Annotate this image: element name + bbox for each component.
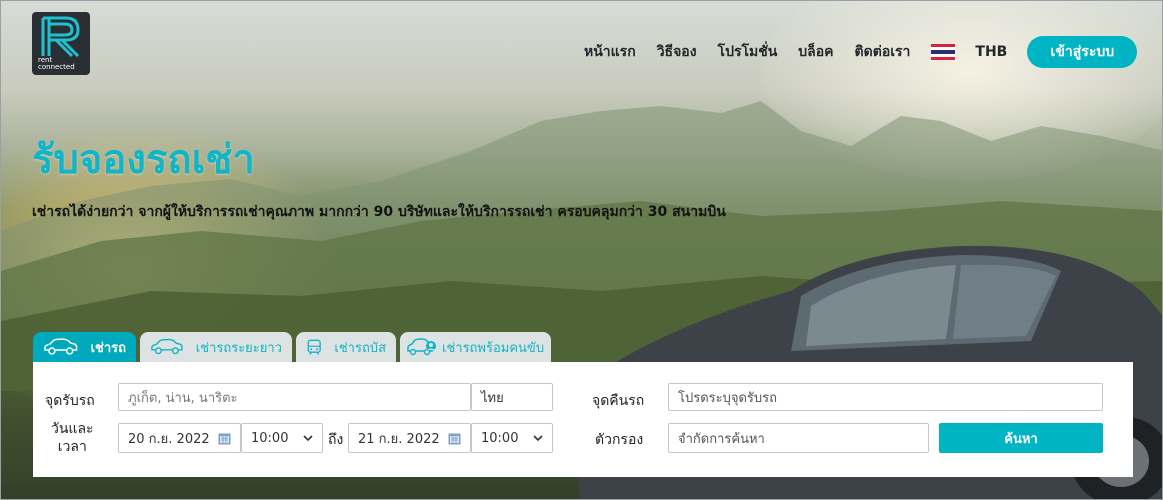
tab-bus-rental[interactable]: เช่ารถบัส [296,332,396,362]
tab-long-term-label: เช่ารถระยะยาว [195,340,282,356]
calendar-icon [218,433,231,444]
pickup-label: จุดรับรถ [45,393,95,409]
chevron-down-icon [533,434,543,441]
login-button[interactable]: เข้าสู่ระบบ [1027,36,1138,68]
pickup-location-input[interactable]: ภูเก็ต, น่าน, นาริตะ [118,383,471,411]
tab-long-term-rental[interactable]: เช่ารถระยะยาว [140,332,292,362]
return-date-value: 21 ก.ย. 2022 [358,431,440,447]
tab-car-with-driver[interactable]: เช่ารถพร้อมคนขับ [400,332,551,362]
car-driver-icon [407,338,436,356]
nav-home[interactable]: หน้าแรก [584,41,636,63]
tab-driver-label: เช่ารถพร้อมคนขับ [442,340,545,356]
return-label: จุดคืนรถ [592,393,645,409]
logo[interactable]: rent connected [32,12,90,75]
datetime-label-line1: วันและ [51,421,94,437]
filter-label: ตัวกรอง [595,432,644,448]
nav-promotions[interactable]: โปรโมชั่น [718,41,778,63]
page: rent connected หน้าแรก วิธีจอง โปรโมชั่น… [0,0,1163,500]
return-time-select[interactable]: 10:00 [471,423,553,453]
datetime-label-line2: เวลา [57,439,87,455]
hero-subtitle: เช่ารถได้ง่ายกว่า จากผู้ให้บริการรถเช่าค… [32,204,726,220]
calendar-icon [448,433,461,444]
to-label: ถึง [328,432,344,448]
return-location-input[interactable]: โปรดระบุจุดรับรถ [668,383,1103,411]
pickup-time-value: 10:00 [251,430,289,446]
thailand-flag-icon[interactable] [931,44,956,60]
chevron-down-icon [303,434,313,441]
page-title: รับจองรถเช่า [32,137,255,183]
pickup-time-select[interactable]: 10:00 [241,423,323,453]
currency-selector[interactable]: THB [975,44,1007,60]
datetime-label: วันและ เวลา [51,420,94,456]
search-button[interactable]: ค้นหา [939,423,1103,453]
nav-contact[interactable]: ติดต่อเรา [855,41,911,63]
return-date-input[interactable]: 21 ก.ย. 2022 [348,423,471,453]
top-nav: หน้าแรก วิธีจอง โปรโมชั่น บล็อค ติดต่อเร… [584,36,1138,68]
logo-line2: connected [38,63,75,71]
car-icon [44,338,78,355]
nav-blog[interactable]: บล็อค [798,41,833,63]
bus-icon [307,339,321,355]
pickup-date-input[interactable]: 20 ก.ย. 2022 [118,423,241,453]
rental-type-tabs: เช่ารถ เช่ารถระยะยาว เช่ารถบัส เช่ารถพร้… [33,332,555,362]
logo-mark-icon [41,16,80,58]
pickup-date-value: 20 ก.ย. 2022 [128,431,210,447]
country-select[interactable]: ไทย [471,383,553,411]
filter-input[interactable]: จำกัดการค้นหา [668,423,929,453]
tab-bus-label: เช่ารถบัส [334,340,386,356]
tab-car-rental[interactable]: เช่ารถ [33,332,136,362]
nav-how-to-book[interactable]: วิธีจอง [657,41,697,63]
tab-car-rental-label: เช่ารถ [90,340,126,356]
search-form: จุดรับรถ ภูเก็ต, น่าน, นาริตะ ไทย จุดคืน… [33,362,1133,477]
logo-text: rent connected [38,57,75,71]
return-time-value: 10:00 [481,430,519,446]
car-outline-icon [151,338,183,355]
